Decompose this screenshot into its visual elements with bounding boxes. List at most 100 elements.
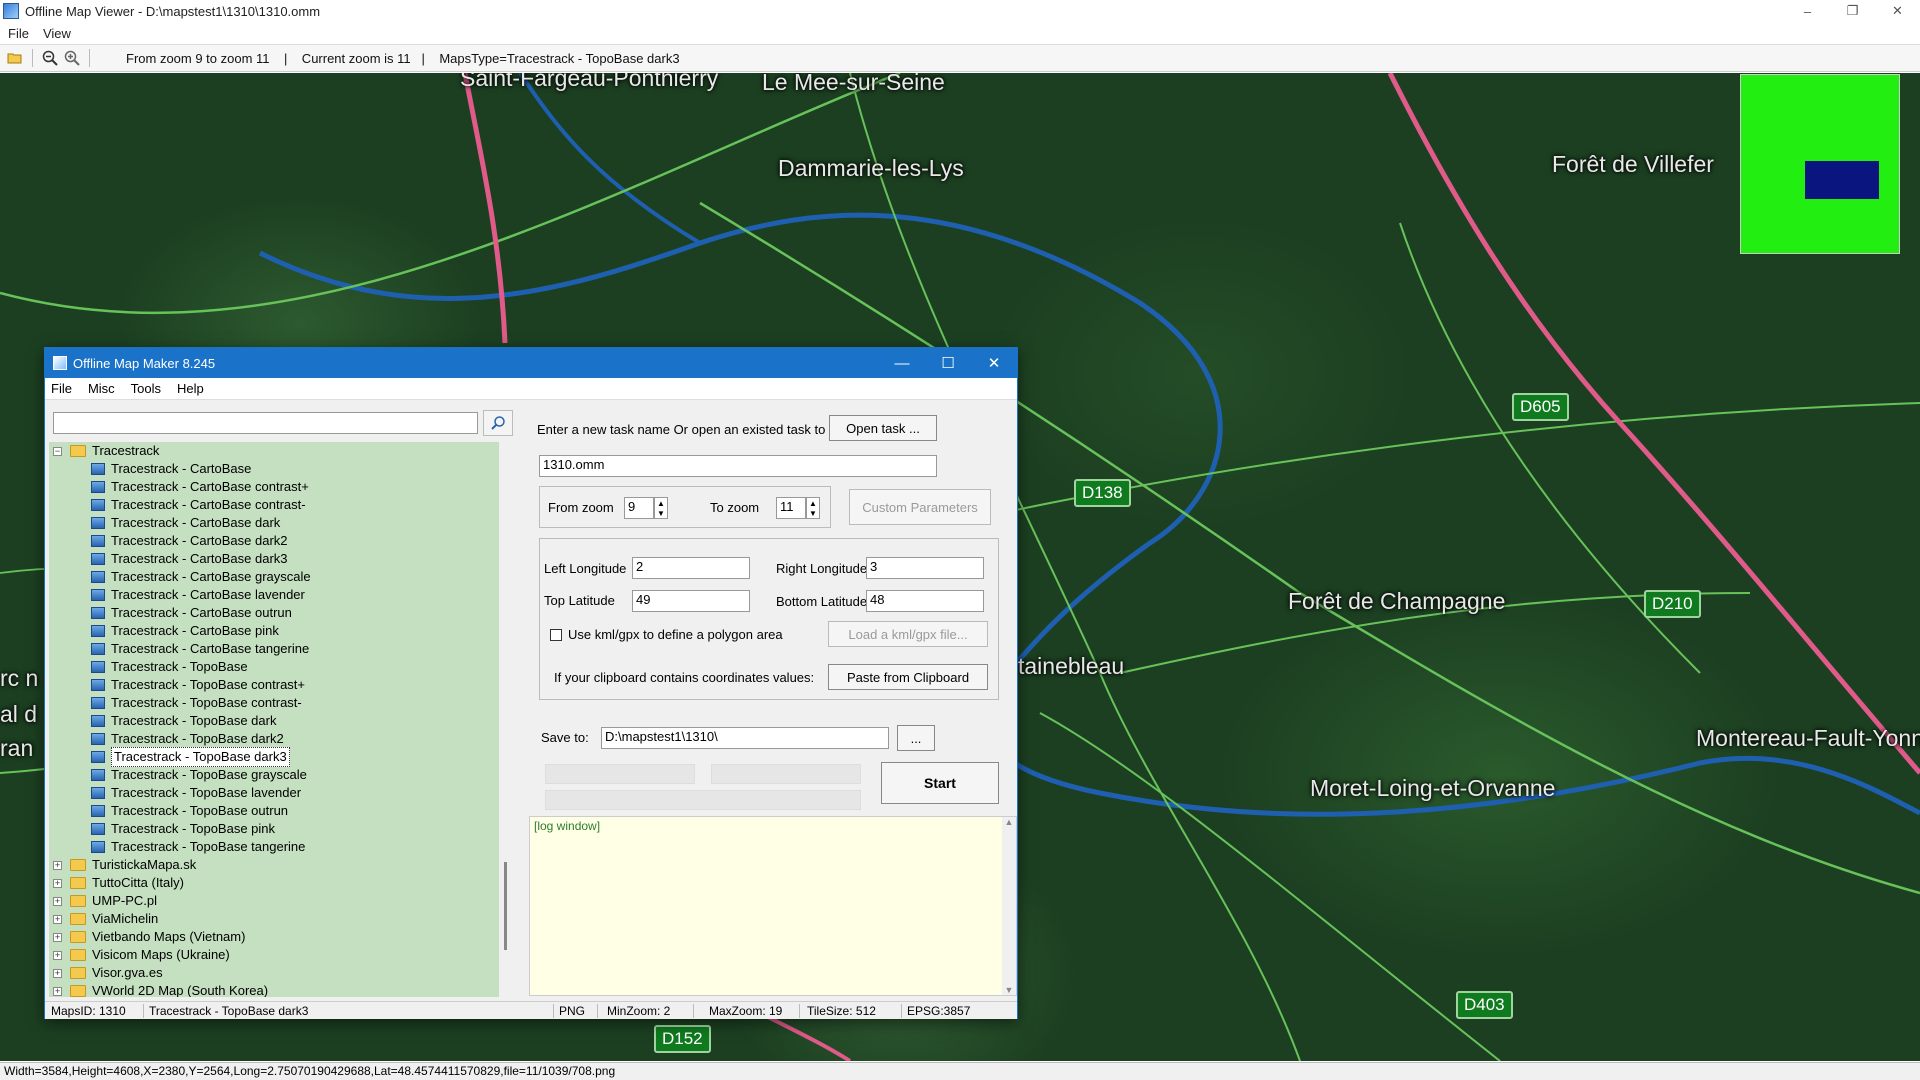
tree-item-map[interactable]: Tracestrack - CartoBase outrun xyxy=(91,604,292,622)
scroll-down-icon[interactable]: ▼ xyxy=(1002,985,1016,995)
down-arrow-icon[interactable]: ▼ xyxy=(809,509,817,518)
expand-icon[interactable]: + xyxy=(53,860,62,870)
tree-item-map[interactable]: Tracestrack - CartoBase contrast- xyxy=(91,496,306,514)
map-type-tree[interactable]: − Tracestrack Tracestrack - CartoBase Tra… xyxy=(49,442,515,997)
open-task-button[interactable]: Open task ... xyxy=(829,415,937,441)
save-path-input[interactable]: D:\mapstest1\1310\ xyxy=(601,727,889,749)
collapse-icon[interactable]: − xyxy=(53,446,62,456)
left-longitude-input[interactable]: 2 xyxy=(632,557,750,579)
custom-parameters-button[interactable]: Custom Parameters xyxy=(849,489,991,525)
tree-folder[interactable]: + VWorld 2D Map (South Korea) xyxy=(53,982,268,997)
top-latitude-input[interactable]: 49 xyxy=(632,590,750,612)
tree-folder[interactable]: + Visor.gva.es xyxy=(53,964,163,982)
tree-folder[interactable]: + ViaMichelin xyxy=(53,910,158,928)
tree-folder[interactable]: + TuristickaMapa.sk xyxy=(53,856,196,874)
start-button[interactable]: Start xyxy=(881,762,999,804)
dialog-close-button[interactable]: ✕ xyxy=(971,348,1017,378)
open-folder-icon[interactable] xyxy=(4,47,26,69)
expand-icon[interactable]: + xyxy=(53,878,62,888)
map-layer-icon xyxy=(91,715,105,727)
minimize-button[interactable]: – xyxy=(1785,0,1830,22)
status-divider xyxy=(553,1004,554,1018)
tree-item-map[interactable]: Tracestrack - CartoBase lavender xyxy=(91,586,305,604)
map-layer-icon xyxy=(91,517,105,529)
tree-item-map[interactable]: Tracestrack - CartoBase dark3 xyxy=(91,550,288,568)
right-longitude-input[interactable]: 3 xyxy=(866,557,984,579)
down-arrow-icon[interactable]: ▼ xyxy=(657,509,665,518)
status-format: PNG xyxy=(559,1004,586,1018)
tree-item-map[interactable]: Tracestrack - CartoBase contrast+ xyxy=(91,478,309,496)
up-arrow-icon[interactable]: ▲ xyxy=(809,499,817,508)
place-label: Saint-Fargeau-Ponthierry xyxy=(460,73,719,91)
dialog-menu-misc[interactable]: Misc xyxy=(88,381,115,396)
tree-item-map[interactable]: Tracestrack - TopoBase dark2 xyxy=(91,730,284,748)
up-arrow-icon[interactable]: ▲ xyxy=(657,499,665,508)
expand-icon[interactable]: + xyxy=(53,896,62,906)
tree-item-map[interactable]: Tracestrack - TopoBase contrast+ xyxy=(91,676,305,694)
tree-item-map[interactable]: Tracestrack - CartoBase xyxy=(91,460,251,478)
tree-item-map[interactable]: Tracestrack - TopoBase grayscale xyxy=(91,766,307,784)
dialog-menu-file[interactable]: File xyxy=(51,381,72,396)
expand-icon[interactable]: + xyxy=(53,932,62,942)
tree-item-map[interactable]: Tracestrack - TopoBase contrast- xyxy=(91,694,302,712)
zoom-in-icon[interactable] xyxy=(61,47,83,69)
maximize-button[interactable]: ❐ xyxy=(1830,0,1875,22)
close-button[interactable]: ✕ xyxy=(1875,0,1920,22)
search-button[interactable] xyxy=(483,410,513,436)
use-kml-checkbox[interactable] xyxy=(550,629,562,641)
expand-icon[interactable]: + xyxy=(53,986,62,996)
menu-file[interactable]: File xyxy=(8,26,29,41)
log-window[interactable]: [log window] ▲ ▼ xyxy=(529,816,1017,996)
tree-item-map[interactable]: Tracestrack - TopoBase outrun xyxy=(91,802,288,820)
from-zoom-stepper[interactable]: ▲ ▼ xyxy=(654,497,668,519)
tree-item-map[interactable]: Tracestrack - CartoBase tangerine xyxy=(91,640,309,658)
tree-item-map[interactable]: Tracestrack - TopoBase dark xyxy=(91,712,276,730)
tree-item-map[interactable]: Tracestrack - TopoBase lavender xyxy=(91,784,301,802)
expand-icon[interactable]: + xyxy=(53,950,62,960)
scroll-up-icon[interactable]: ▲ xyxy=(1002,817,1016,827)
expand-icon[interactable]: + xyxy=(53,968,62,978)
tree-item-map[interactable]: Tracestrack - TopoBase xyxy=(91,658,248,676)
dialog-minimize-button[interactable]: — xyxy=(879,348,925,378)
progress-bar xyxy=(545,790,861,810)
from-zoom-input[interactable]: 9 xyxy=(624,497,654,519)
place-label: Moret-Loing-et-Orvanne xyxy=(1310,775,1556,801)
tree-folder-tracestrack[interactable]: − Tracestrack xyxy=(53,442,159,460)
tree-folder[interactable]: + UMP-PC.pl xyxy=(53,892,157,910)
search-input[interactable] xyxy=(53,412,478,434)
to-zoom-stepper[interactable]: ▲ ▼ xyxy=(806,497,820,519)
folder-icon xyxy=(70,895,86,907)
tree-item-label: Tracestrack - CartoBase xyxy=(111,461,252,476)
top-latitude-label: Top Latitude xyxy=(544,593,615,608)
minimap[interactable] xyxy=(1740,74,1900,254)
tree-item-label: Tracestrack - TopoBase dark3 xyxy=(111,747,290,767)
menu-view[interactable]: View xyxy=(43,26,71,41)
tree-item-map[interactable]: Tracestrack - CartoBase grayscale xyxy=(91,568,311,586)
zoom-out-icon[interactable] xyxy=(39,47,61,69)
tree-scrollbar-thumb[interactable] xyxy=(504,862,507,950)
map-layer-icon xyxy=(91,643,105,655)
dialog-menu-help[interactable]: Help xyxy=(177,381,204,396)
minimap-viewport[interactable] xyxy=(1805,161,1879,199)
bottom-latitude-input[interactable]: 48 xyxy=(866,590,984,612)
expand-icon[interactable]: + xyxy=(53,914,62,924)
tree-item-map[interactable]: Tracestrack - CartoBase pink xyxy=(91,622,279,640)
tree-scrollbar[interactable] xyxy=(499,442,515,997)
dialog-menu-tools[interactable]: Tools xyxy=(131,381,161,396)
browse-button[interactable]: ... xyxy=(897,725,935,751)
tree-folder[interactable]: + Visicom Maps (Ukraine) xyxy=(53,946,230,964)
task-settings-pane: Enter a new task name Or open an existed… xyxy=(529,402,1017,997)
task-name-input[interactable]: 1310.omm xyxy=(539,455,937,477)
tree-folder[interactable]: + TuttoCitta (Italy) xyxy=(53,874,184,892)
log-scrollbar[interactable]: ▲ ▼ xyxy=(1002,817,1016,995)
tree-item-map[interactable]: Tracestrack - TopoBase pink xyxy=(91,820,275,838)
to-zoom-input[interactable]: 11 xyxy=(776,497,806,519)
paste-clipboard-button[interactable]: Paste from Clipboard xyxy=(828,664,988,690)
tree-item-map[interactable]: Tracestrack - CartoBase dark2 xyxy=(91,532,288,550)
tree-item-map[interactable]: Tracestrack - CartoBase dark xyxy=(91,514,280,532)
tree-folder[interactable]: + Vietbando Maps (Vietnam) xyxy=(53,928,245,946)
load-kml-button[interactable]: Load a kml/gpx file... xyxy=(828,621,988,647)
dialog-maximize-button[interactable]: ☐ xyxy=(925,348,971,378)
tree-item-map[interactable]: Tracestrack - TopoBase dark3 xyxy=(91,747,290,767)
tree-item-map[interactable]: Tracestrack - TopoBase tangerine xyxy=(91,838,305,856)
